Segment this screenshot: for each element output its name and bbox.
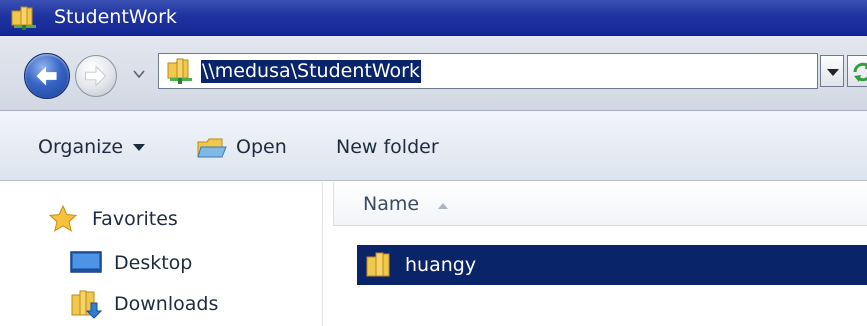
file-name: huangy	[405, 254, 477, 276]
column-separator	[333, 182, 334, 226]
address-path[interactable]: \\medusa\StudentWork	[201, 60, 421, 83]
star-icon	[48, 204, 78, 238]
new-folder-button[interactable]: New folder	[336, 133, 439, 161]
address-bar[interactable]: \\medusa\StudentWork	[158, 53, 818, 89]
column-label: Name	[363, 193, 420, 215]
organize-label: Organize	[38, 136, 124, 158]
recent-pages-button[interactable]	[132, 66, 146, 80]
chevron-down-icon	[133, 70, 145, 79]
nav-item-label: Favorites	[92, 208, 178, 230]
dropdown-arrow-icon	[827, 69, 839, 76]
nav-item-downloads[interactable]: Downloads	[70, 289, 270, 319]
window-title: StudentWork	[54, 6, 177, 28]
file-list: Name huangy	[323, 182, 867, 326]
navigation-pane: Favorites Desktop Downloads	[0, 182, 322, 326]
folder-icon	[365, 251, 397, 283]
network-folder-icon	[165, 57, 195, 85]
address-dropdown-button[interactable]	[820, 55, 844, 87]
chevron-down-icon	[133, 144, 146, 151]
organize-button[interactable]: Organize	[38, 133, 146, 161]
nav-item-label: Downloads	[114, 293, 219, 315]
open-button[interactable]: Open	[236, 133, 287, 161]
forward-arrow-icon	[85, 65, 107, 87]
list-item[interactable]: huangy	[357, 245, 867, 285]
downloads-folder-icon	[70, 289, 103, 323]
navigation-bar: \\medusa\StudentWork	[0, 36, 867, 111]
open-folder-icon[interactable]	[196, 134, 228, 162]
title-bar[interactable]: StudentWork	[0, 0, 867, 36]
column-header-name[interactable]: Name	[333, 182, 867, 226]
refresh-button[interactable]	[847, 55, 867, 87]
sort-ascending-icon	[438, 203, 448, 209]
forward-button[interactable]	[75, 55, 117, 97]
nav-item-desktop[interactable]: Desktop	[70, 248, 270, 278]
network-folder-icon	[10, 5, 40, 31]
nav-item-favorites[interactable]: Favorites	[48, 204, 248, 234]
explorer-window: StudentWork \\medusa\StudentWork Organiz…	[0, 0, 867, 326]
back-arrow-icon	[36, 66, 57, 86]
refresh-icon	[853, 62, 867, 82]
desktop-icon	[70, 248, 102, 280]
back-button[interactable]	[24, 53, 70, 99]
nav-item-label: Desktop	[114, 252, 193, 274]
command-bar: Organize Open New folder	[0, 111, 867, 181]
